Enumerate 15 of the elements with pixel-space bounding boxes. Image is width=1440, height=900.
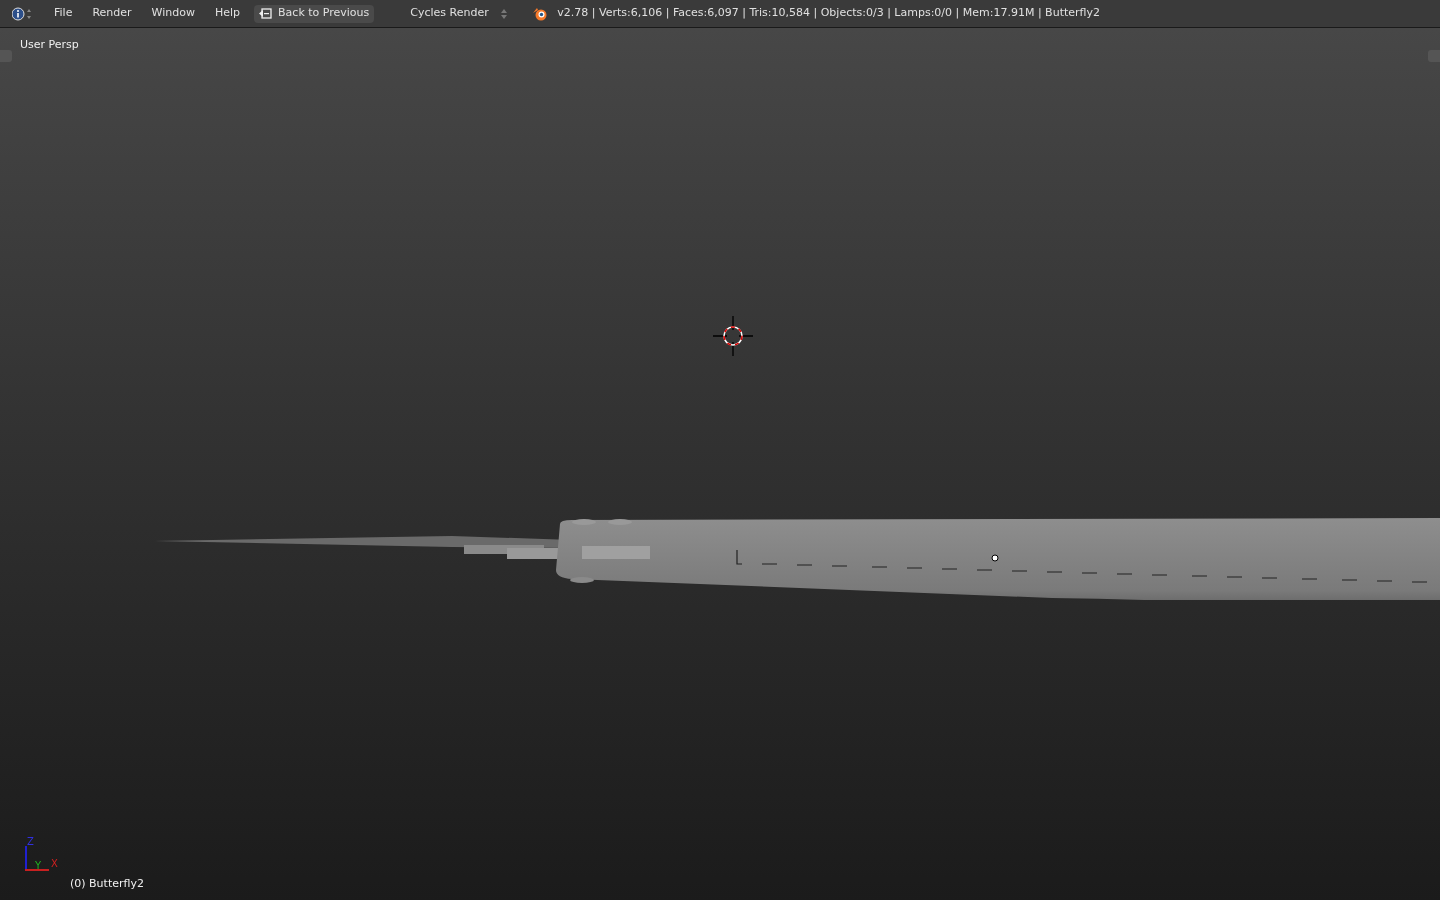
3d-cursor-icon (713, 316, 753, 356)
menu-item[interactable]: Render (82, 3, 142, 24)
blender-logo-icon (532, 6, 549, 21)
menu-item[interactable]: File (44, 3, 83, 24)
z-axis-label: Z (27, 835, 34, 849)
menu-item[interactable]: Help (204, 3, 251, 24)
x-axis-label: X (51, 857, 58, 871)
view-label: User Persp (20, 37, 79, 53)
updown-arrows-icon (500, 7, 509, 20)
scene-stats: v2.78 | Verts:6,106 | Faces:6,097 | Tris:10,584 | Objects:0/3 | Lamps:0/0 | Mem:17.91M | Butterfly2 (557, 5, 1100, 22)
info-icon (12, 6, 32, 21)
object-label: (0) Butterfly2 (70, 875, 144, 892)
menu-item[interactable]: Window (141, 3, 205, 24)
y-axis-label: Y (35, 859, 42, 873)
back-to-previous-button[interactable]: Back to Previous (254, 4, 375, 23)
